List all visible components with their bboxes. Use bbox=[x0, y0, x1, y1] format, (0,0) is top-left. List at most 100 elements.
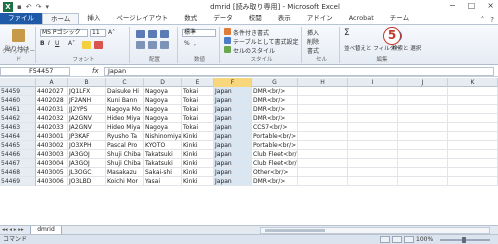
cell-d[interactable]: Nishinomiya bbox=[144, 132, 182, 141]
cell-a[interactable]: 4402032 bbox=[36, 114, 68, 123]
cell-f[interactable]: Japan bbox=[214, 87, 252, 96]
conditional-format-button[interactable]: 条件付き書式 bbox=[233, 28, 269, 37]
close-button[interactable]: × bbox=[487, 1, 494, 10]
cell-styles-button[interactable]: セルのスタイル bbox=[233, 46, 275, 55]
fx-icon[interactable]: fx bbox=[92, 67, 99, 75]
cell-k[interactable] bbox=[448, 87, 498, 96]
page-layout-view-button[interactable] bbox=[392, 236, 402, 243]
cell-a[interactable]: 4403005 bbox=[36, 168, 68, 177]
row-header[interactable]: 54459 bbox=[0, 87, 36, 96]
cell-g[interactable]: DMR<br/> bbox=[252, 177, 298, 186]
cell-d[interactable]: Nagoya bbox=[144, 123, 182, 132]
format-table-icon[interactable] bbox=[224, 37, 231, 44]
cell-f[interactable]: Japan bbox=[214, 132, 252, 141]
cell-f[interactable]: Japan bbox=[214, 159, 252, 168]
column-header-g[interactable]: G bbox=[252, 78, 298, 87]
tab-view[interactable]: 表示 bbox=[270, 13, 299, 24]
cell-f[interactable]: Japan bbox=[214, 96, 252, 105]
cell-c[interactable]: Shuji Chiba bbox=[106, 150, 144, 159]
grow-font-button[interactable]: A˄ bbox=[108, 29, 115, 36]
insert-cells-button[interactable]: 挿入 bbox=[307, 28, 319, 37]
cell-e[interactable]: Tokai bbox=[182, 114, 214, 123]
cell-h[interactable] bbox=[298, 123, 348, 132]
cell-e[interactable]: Kinki bbox=[182, 132, 214, 141]
cell-a[interactable]: 4402028 bbox=[36, 96, 68, 105]
select-all-corner[interactable] bbox=[0, 78, 36, 87]
tab-team[interactable]: チーム bbox=[382, 13, 417, 24]
cell-b[interactable]: JO3LBD bbox=[68, 177, 106, 186]
row-header[interactable]: 54460 bbox=[0, 96, 36, 105]
zoom-level[interactable]: 100% bbox=[416, 235, 433, 244]
row-header[interactable]: 54461 bbox=[0, 105, 36, 114]
cell-e[interactable]: Tokai bbox=[182, 123, 214, 132]
cell-g[interactable]: DMR<br/> bbox=[252, 114, 298, 123]
row-header[interactable]: 54462 bbox=[0, 114, 36, 123]
align-top-icon[interactable] bbox=[136, 30, 145, 38]
cell-e[interactable]: Kinki bbox=[182, 141, 214, 150]
cell-f[interactable]: Japan bbox=[214, 105, 252, 114]
column-header-h[interactable]: H bbox=[298, 78, 348, 87]
cell-h[interactable] bbox=[298, 114, 348, 123]
row-header[interactable]: 54467 bbox=[0, 159, 36, 168]
tab-file[interactable]: ファイル bbox=[0, 13, 42, 24]
cell-f[interactable]: Japan bbox=[214, 168, 252, 177]
cell-c[interactable]: Shuji Chiba bbox=[106, 159, 144, 168]
merge-icon[interactable] bbox=[160, 41, 169, 49]
cell-g[interactable]: Portable<br/> bbox=[252, 141, 298, 150]
cell-i[interactable] bbox=[348, 96, 398, 105]
cell-h[interactable] bbox=[298, 159, 348, 168]
cell-i[interactable] bbox=[348, 159, 398, 168]
cell-h[interactable] bbox=[298, 96, 348, 105]
column-header-a[interactable]: A bbox=[36, 78, 68, 87]
cell-d[interactable]: Takatsuki bbox=[144, 159, 182, 168]
cell-c[interactable]: Hideo Miya bbox=[106, 123, 144, 132]
zoom-slider[interactable] bbox=[440, 237, 490, 243]
cell-k[interactable] bbox=[448, 141, 498, 150]
cell-d[interactable]: Takatsuki bbox=[144, 150, 182, 159]
minimize-button[interactable]: − bbox=[449, 1, 456, 10]
cell-a[interactable]: 4402033 bbox=[36, 123, 68, 132]
cell-k[interactable] bbox=[448, 105, 498, 114]
cell-b[interactable]: JA3GOJ bbox=[68, 150, 106, 159]
cell-i[interactable] bbox=[348, 123, 398, 132]
cell-h[interactable] bbox=[298, 141, 348, 150]
tab-data[interactable]: データ bbox=[205, 13, 241, 24]
cell-c[interactable]: Masakazu bbox=[106, 168, 144, 177]
column-header-f[interactable]: F bbox=[214, 78, 252, 87]
cell-c[interactable]: Pascal Pro bbox=[106, 141, 144, 150]
cell-b[interactable]: JA2GNV bbox=[68, 114, 106, 123]
cell-d[interactable]: Nagoya bbox=[144, 105, 182, 114]
cell-c[interactable]: Daisuke Hi bbox=[106, 87, 144, 96]
maximize-button[interactable]: □ bbox=[468, 1, 476, 10]
cell-a[interactable]: 4402031 bbox=[36, 105, 68, 114]
cell-j[interactable] bbox=[398, 159, 448, 168]
number-format-select[interactable]: 標準 bbox=[182, 29, 216, 37]
cell-g[interactable]: Club Fleet<br/> bbox=[252, 150, 298, 159]
cell-k[interactable] bbox=[448, 168, 498, 177]
cell-d[interactable]: KYOTO bbox=[144, 141, 182, 150]
cell-e[interactable]: Kinki bbox=[182, 150, 214, 159]
cell-j[interactable] bbox=[398, 105, 448, 114]
format-table-button[interactable]: テーブルとして書式設定 bbox=[233, 37, 298, 46]
tab-page-layout[interactable]: ページレイアウト bbox=[108, 13, 176, 24]
cell-j[interactable] bbox=[398, 177, 448, 186]
paste-icon[interactable] bbox=[12, 29, 25, 42]
page-break-view-button[interactable] bbox=[404, 236, 414, 243]
align-center-icon[interactable] bbox=[148, 41, 157, 49]
cell-i[interactable] bbox=[348, 105, 398, 114]
align-middle-icon[interactable] bbox=[148, 30, 157, 38]
cell-g[interactable]: DMR<br/> bbox=[252, 87, 298, 96]
cell-d[interactable]: Nagoya bbox=[144, 87, 182, 96]
cell-a[interactable]: 4403004 bbox=[36, 159, 68, 168]
cell-i[interactable] bbox=[348, 141, 398, 150]
row-header[interactable]: 54466 bbox=[0, 150, 36, 159]
cell-k[interactable] bbox=[448, 114, 498, 123]
cell-i[interactable] bbox=[348, 168, 398, 177]
horizontal-scroll-thumb[interactable] bbox=[265, 229, 325, 232]
cell-h[interactable] bbox=[298, 177, 348, 186]
ribbon-collapse-icon[interactable]: ˄ bbox=[481, 16, 485, 24]
cell-j[interactable] bbox=[398, 132, 448, 141]
cell-e[interactable]: Kinki bbox=[182, 177, 214, 186]
cell-i[interactable] bbox=[348, 87, 398, 96]
cell-a[interactable]: 4403002 bbox=[36, 141, 68, 150]
